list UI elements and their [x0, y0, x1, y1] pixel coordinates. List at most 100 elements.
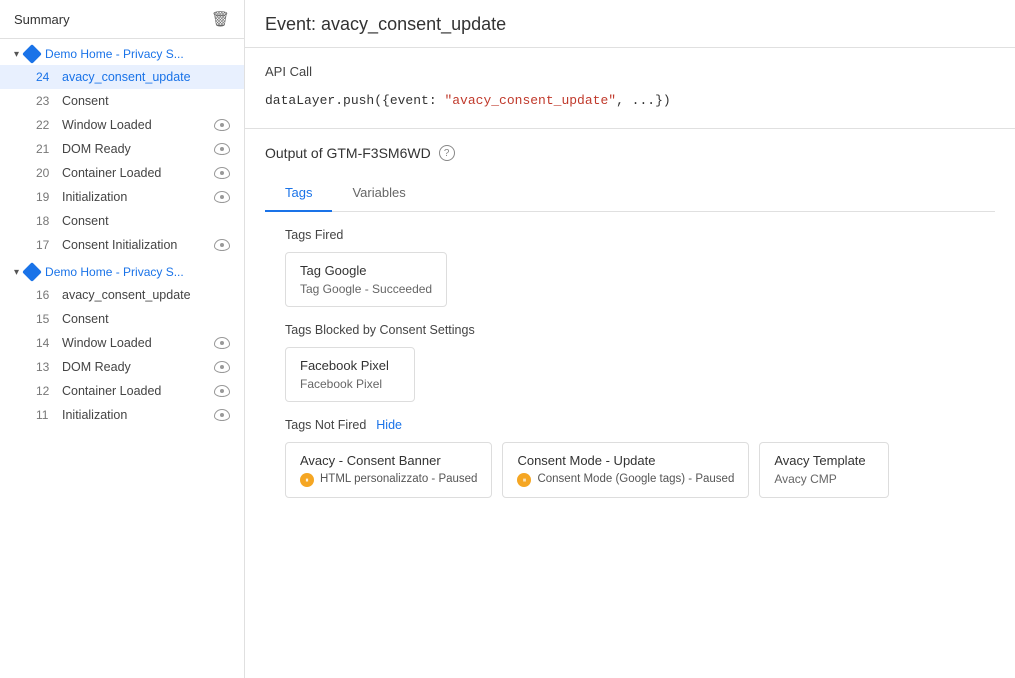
sidebar-group-2-items: 16 avacy_consent_update 15 Consent 14 Wi… [0, 283, 244, 427]
card-consent-mode-subtitle: Consent Mode (Google tags) - Paused [537, 472, 734, 487]
card-avacy-paused: HTML personalizzato - Paused [300, 472, 477, 487]
eye-icon-11 [214, 409, 230, 421]
sidebar-item-20-label: Container Loaded [62, 166, 208, 180]
sidebar-group-1[interactable]: ▾ Demo Home - Privacy S... [0, 39, 244, 65]
tab-tags[interactable]: Tags [265, 175, 332, 212]
sidebar-item-17-label: Consent Initialization [62, 238, 208, 252]
tab-variables[interactable]: Variables [332, 175, 425, 212]
card-avacy-template-subtitle: Avacy CMP [774, 472, 874, 486]
sidebar-item-18[interactable]: 18 Consent [0, 209, 244, 233]
chevron-down-icon-1: ▾ [14, 49, 19, 60]
sidebar-item-22[interactable]: 22 Window Loaded [0, 113, 244, 137]
hide-button[interactable]: Hide [376, 418, 402, 432]
card-tag-google-subtitle: Tag Google - Succeeded [300, 282, 432, 296]
sidebar-item-21-num: 21 [36, 142, 56, 156]
card-avacy-subtitle: HTML personalizzato - Paused [320, 472, 477, 487]
sidebar-item-11-num: 11 [36, 408, 56, 422]
sidebar-item-12[interactable]: 12 Container Loaded [0, 379, 244, 403]
sidebar-header: Summary 🗑 [0, 0, 244, 39]
sidebar-item-21-label: DOM Ready [62, 142, 208, 156]
tags-fired-list: Tag Google Tag Google - Succeeded [285, 252, 975, 307]
main-content: Event: avacy_consent_update API Call dat… [245, 0, 1015, 678]
diamond-icon-1 [22, 44, 42, 64]
sidebar-item-15-num: 15 [36, 312, 56, 326]
code-value: "avacy_consent_update" [444, 93, 616, 108]
card-avacy-template[interactable]: Avacy Template Avacy CMP [759, 442, 889, 498]
pause-icon-avacy [300, 473, 314, 487]
tabs-bar: Tags Variables [265, 175, 995, 212]
sidebar-item-14-num: 14 [36, 336, 56, 350]
sidebar-group-2[interactable]: ▾ Demo Home - Privacy S... [0, 257, 244, 283]
sidebar-item-22-label: Window Loaded [62, 118, 208, 132]
output-title: Output of GTM-F3SM6WD ? [265, 145, 995, 161]
eye-icon-13 [214, 361, 230, 373]
sidebar-item-23-num: 23 [36, 94, 56, 108]
card-consent-mode-title: Consent Mode - Update [517, 453, 734, 468]
sidebar-item-19[interactable]: 19 Initialization [0, 185, 244, 209]
sidebar-item-15[interactable]: 15 Consent [0, 307, 244, 331]
card-avacy-consent-banner[interactable]: Avacy - Consent Banner HTML personalizza… [285, 442, 492, 498]
sidebar-item-13-label: DOM Ready [62, 360, 208, 374]
sidebar-item-20[interactable]: 20 Container Loaded [0, 161, 244, 185]
eye-icon-19 [214, 191, 230, 203]
sidebar-item-16-num: 16 [36, 288, 56, 302]
tags-not-fired-title: Tags Not Fired [285, 418, 366, 432]
sidebar-item-13[interactable]: 13 DOM Ready [0, 355, 244, 379]
output-section: Output of GTM-F3SM6WD ? Tags Variables T… [245, 129, 1015, 530]
sidebar-item-24[interactable]: 24 avacy_consent_update [0, 65, 244, 89]
sidebar-item-16[interactable]: 16 avacy_consent_update [0, 283, 244, 307]
eye-icon-21 [214, 143, 230, 155]
sidebar-item-17[interactable]: 17 Consent Initialization [0, 233, 244, 257]
sidebar-title: Summary [14, 12, 70, 27]
card-tag-google[interactable]: Tag Google Tag Google - Succeeded [285, 252, 447, 307]
tags-fired-title: Tags Fired [285, 228, 975, 242]
sidebar-item-24-num: 24 [36, 70, 56, 84]
tags-blocked-list: Facebook Pixel Facebook Pixel [285, 347, 975, 402]
card-tag-google-title: Tag Google [300, 263, 432, 278]
sidebar-item-12-num: 12 [36, 384, 56, 398]
sidebar-item-15-label: Consent [62, 312, 230, 326]
code-suffix: , ...}) [616, 93, 671, 108]
code-prefix: dataLayer.push({event: [265, 93, 444, 108]
card-facebook-pixel[interactable]: Facebook Pixel Facebook Pixel [285, 347, 415, 402]
eye-icon-12 [214, 385, 230, 397]
eye-icon-14 [214, 337, 230, 349]
sidebar-item-21[interactable]: 21 DOM Ready [0, 137, 244, 161]
card-consent-mode-update[interactable]: Consent Mode - Update Consent Mode (Goog… [502, 442, 749, 498]
api-call-title: API Call [265, 64, 995, 79]
page-title: Event: avacy_consent_update [265, 14, 995, 35]
sidebar-item-11-label: Initialization [62, 408, 208, 422]
api-call-code: dataLayer.push({event: "avacy_consent_up… [265, 89, 995, 112]
cards-area: Tags Fired Tag Google Tag Google - Succe… [265, 212, 995, 530]
tags-not-fired-list: Avacy - Consent Banner HTML personalizza… [285, 442, 975, 498]
sidebar-item-17-num: 17 [36, 238, 56, 252]
sidebar-group-1-label: Demo Home - Privacy S... [45, 47, 184, 61]
sidebar-group-1-items: 24 avacy_consent_update 23 Consent 22 Wi… [0, 65, 244, 257]
main-header: Event: avacy_consent_update [245, 0, 1015, 48]
sidebar-group-2-label: Demo Home - Privacy S... [45, 265, 184, 279]
sidebar-item-16-label: avacy_consent_update [62, 288, 230, 302]
chevron-down-icon-2: ▾ [14, 267, 19, 278]
trash-icon[interactable]: 🗑 [211, 10, 230, 28]
card-avacy-template-title: Avacy Template [774, 453, 874, 468]
sidebar-item-22-num: 22 [36, 118, 56, 132]
output-title-text: Output of GTM-F3SM6WD [265, 145, 431, 161]
sidebar-item-23[interactable]: 23 Consent [0, 89, 244, 113]
sidebar-item-24-label: avacy_consent_update [62, 70, 230, 84]
card-facebook-pixel-subtitle: Facebook Pixel [300, 377, 400, 391]
eye-icon-17 [214, 239, 230, 251]
sidebar-item-14-label: Window Loaded [62, 336, 208, 350]
eye-icon-22 [214, 119, 230, 131]
tags-not-fired-header: Tags Not Fired Hide [285, 418, 975, 432]
sidebar-item-13-num: 13 [36, 360, 56, 374]
api-call-section: API Call dataLayer.push({event: "avacy_c… [245, 48, 1015, 129]
sidebar: Summary 🗑 ▾ Demo Home - Privacy S... 24 … [0, 0, 245, 678]
tags-blocked-title: Tags Blocked by Consent Settings [285, 323, 975, 337]
sidebar-item-14[interactable]: 14 Window Loaded [0, 331, 244, 355]
sidebar-item-19-num: 19 [36, 190, 56, 204]
help-icon[interactable]: ? [439, 145, 455, 161]
card-facebook-pixel-title: Facebook Pixel [300, 358, 400, 373]
card-avacy-title: Avacy - Consent Banner [300, 453, 477, 468]
sidebar-item-11[interactable]: 11 Initialization [0, 403, 244, 427]
pause-icon-consent-mode [517, 473, 531, 487]
